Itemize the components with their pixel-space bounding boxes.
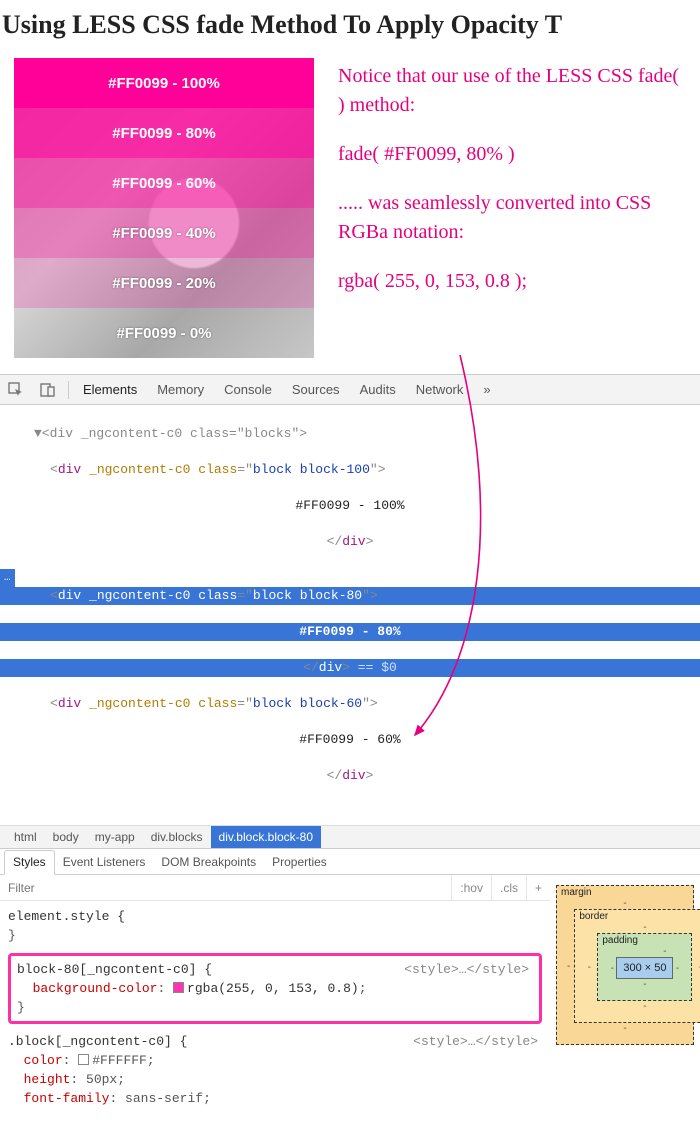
styles-filterbar: :hov .cls + <box>0 875 550 901</box>
crumb-html[interactable]: html <box>6 830 45 844</box>
styles-wrap: :hov .cls + element.style { } block-80[_… <box>0 875 700 1122</box>
tab-console[interactable]: Console <box>214 375 282 404</box>
dom-node-block-80-open[interactable]: <div _ngcontent-c0 class="block block-80… <box>0 587 700 605</box>
box-model-margin[interactable]: margin - - border - - padding- - 300 × 5… <box>556 885 694 1045</box>
devtools-panel: Elements Memory Console Sources Audits N… <box>0 374 700 1122</box>
crumb-block-80[interactable]: div.block.block-80 <box>211 826 322 848</box>
fade-row-80: #FF0099 - 80% <box>14 108 314 158</box>
box-model-padding[interactable]: padding- - 300 × 50 - - <box>597 933 692 1001</box>
fade-row-20: #FF0099 - 20% <box>14 258 314 308</box>
new-rule-button[interactable]: + <box>526 875 550 900</box>
fade-row-40: #FF0099 - 40% <box>14 208 314 258</box>
fade-row-label: #FF0099 - 0% <box>116 325 211 342</box>
crumb-my-app[interactable]: my-app <box>87 830 143 844</box>
color-swatch-icon[interactable] <box>173 982 184 993</box>
fade-row-label: #FF0099 - 60% <box>112 175 215 192</box>
color-swatch-icon[interactable] <box>78 1054 89 1065</box>
dom-text-100[interactable]: #FF0099 - 100% <box>0 497 700 515</box>
subtab-properties[interactable]: Properties <box>264 849 335 874</box>
note-line-4: rgba( 255, 0, 153, 0.8 ); <box>338 267 686 296</box>
subtab-styles[interactable]: Styles <box>4 850 55 875</box>
fade-row-label: #FF0099 - 80% <box>112 125 215 142</box>
crumb-blocks[interactable]: div.blocks <box>143 830 211 844</box>
box-model: margin - - border - - padding- - 300 × 5… <box>550 875 700 1122</box>
dom-close-60[interactable]: </div> <box>0 767 700 785</box>
dom-text-60[interactable]: #FF0099 - 60% <box>0 731 700 749</box>
annotation-notes: Notice that our use of the LESS CSS fade… <box>338 58 686 358</box>
rule-block[interactable]: .block[_ngcontent-c0] { <style>…</style>… <box>8 1032 542 1108</box>
box-model-border[interactable]: border - - padding- - 300 × 50 - - - - <box>574 909 700 1023</box>
style-source-link[interactable]: <style>…</style> <box>404 962 529 977</box>
cls-toggle[interactable]: .cls <box>491 875 526 900</box>
crumb-body[interactable]: body <box>45 830 87 844</box>
note-line-3: ..... was seamlessly converted into CSS … <box>338 189 686 247</box>
styles-subtabbar: Styles Event Listeners DOM Breakpoints P… <box>0 849 700 875</box>
subtab-event-listeners[interactable]: Event Listeners <box>55 849 154 874</box>
breadcrumb: html body my-app div.blocks div.block.bl… <box>0 825 700 849</box>
dom-close-80[interactable]: </div> == $0 <box>0 659 700 677</box>
dom-node-block-100-open[interactable]: <div _ngcontent-c0 class="block block-10… <box>0 461 700 479</box>
tab-sources[interactable]: Sources <box>282 375 350 404</box>
fade-row-label: #FF0099 - 100% <box>108 75 220 92</box>
rule-block-80-highlight: block-80[_ngcontent-c0] { <style>…</styl… <box>8 953 542 1024</box>
dom-gutter-ellipsis: … <box>0 569 15 587</box>
tab-memory[interactable]: Memory <box>147 375 214 404</box>
devtools-tabbar: Elements Memory Console Sources Audits N… <box>0 375 700 405</box>
style-source-link[interactable]: <style>…</style> <box>413 1034 538 1049</box>
tabbar-separator <box>68 381 69 399</box>
subtab-dom-breakpoints[interactable]: DOM Breakpoints <box>153 849 264 874</box>
css-rules: element.style { } block-80[_ngcontent-c0… <box>0 901 550 1122</box>
styles-main: :hov .cls + element.style { } block-80[_… <box>0 875 550 1122</box>
fade-row-0: #FF0099 - 0% <box>14 308 314 358</box>
rule-element-style[interactable]: element.style { } <box>8 907 542 945</box>
fade-row-60: #FF0099 - 60% <box>14 158 314 208</box>
dom-selected-wrap: … <div _ngcontent-c0 class="block block-… <box>0 569 700 677</box>
dom-text-80[interactable]: #FF0099 - 80% <box>0 623 700 641</box>
dom-node-blocks[interactable]: ▼<div _ngcontent-c0 class="blocks"> <box>0 425 700 443</box>
upper-region: #FF0099 - 100% #FF0099 - 80% #FF0099 - 6… <box>0 52 700 368</box>
device-toolbar-icon[interactable] <box>32 375 64 404</box>
tabs-overflow-icon[interactable]: » <box>473 382 500 397</box>
styles-filter-input[interactable] <box>0 877 451 899</box>
fade-row-label: #FF0099 - 40% <box>112 225 215 242</box>
tab-audits[interactable]: Audits <box>350 375 406 404</box>
note-line-2: fade( #FF0099, 80% ) <box>338 140 686 169</box>
fade-row-label: #FF0099 - 20% <box>112 275 215 292</box>
dom-node-block-60-open[interactable]: <div _ngcontent-c0 class="block block-60… <box>0 695 700 713</box>
fade-demo: #FF0099 - 100% #FF0099 - 80% #FF0099 - 6… <box>14 58 314 358</box>
rule-block-80[interactable]: block-80[_ngcontent-c0] { <style>…</styl… <box>17 960 533 1017</box>
dom-close-100[interactable]: </div> <box>0 533 700 551</box>
tab-elements[interactable]: Elements <box>73 375 147 404</box>
box-model-content[interactable]: 300 × 50 <box>616 957 673 979</box>
hov-toggle[interactable]: :hov <box>451 875 491 900</box>
dom-tree[interactable]: ▼<div _ngcontent-c0 class="blocks"> <div… <box>0 405 700 825</box>
tab-network[interactable]: Network <box>406 375 474 404</box>
fade-row-100: #FF0099 - 100% <box>14 58 314 108</box>
inspect-element-icon[interactable] <box>0 375 32 404</box>
note-line-1: Notice that our use of the LESS CSS fade… <box>338 62 686 120</box>
page-title: Using LESS CSS fade Method To Apply Opac… <box>0 0 700 52</box>
